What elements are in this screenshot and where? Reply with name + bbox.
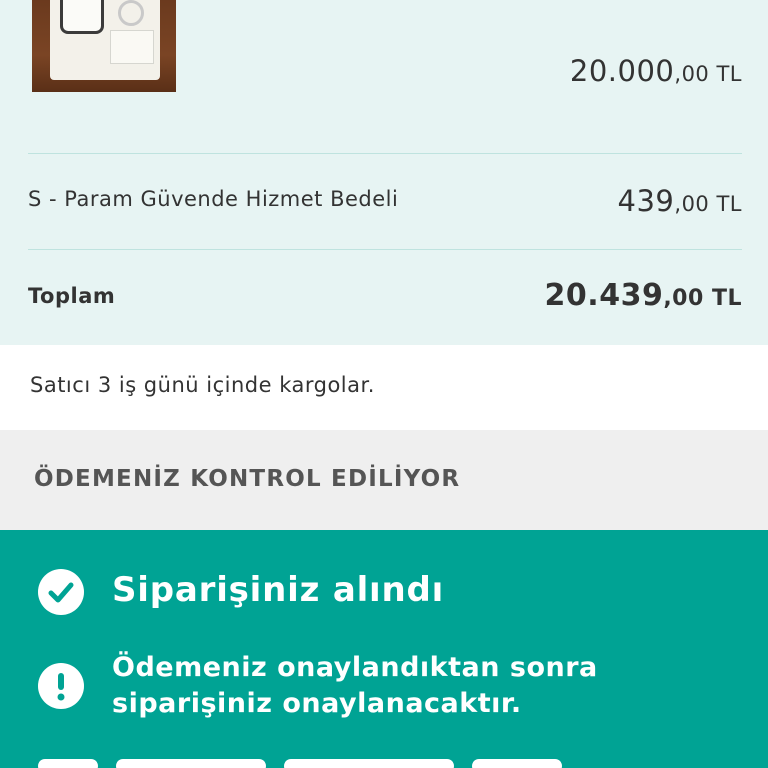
cut-off-text-fragment xyxy=(472,759,562,768)
service-fee-price-main: 439 xyxy=(617,184,675,218)
service-fee-price: 439,00 TL xyxy=(0,184,742,218)
total-price-main: 20.439 xyxy=(544,278,664,313)
product-price-main: 20.000 xyxy=(569,54,675,88)
cut-off-text-fragment xyxy=(116,759,266,768)
payment-status-text: ÖDEMENİZ KONTROL EDİLİYOR xyxy=(34,466,461,492)
product-price: 20.000,00 TL xyxy=(0,54,742,88)
shipping-text: Satıcı 3 iş günü içinde kargolar. xyxy=(30,373,375,397)
notice-body: Ödemeniz onaylandıktan sonra siparişiniz… xyxy=(112,650,732,722)
phone-illustration xyxy=(60,0,104,34)
notice-body-line-2: siparişiniz onaylanacaktır. xyxy=(112,688,522,719)
service-fee-price-decimal: ,00 TL xyxy=(674,192,742,216)
shipping-info: Satıcı 3 iş günü içinde kargolar. xyxy=(0,345,768,430)
total-price: 20.439,00 TL xyxy=(0,278,742,313)
check-circle-icon xyxy=(38,569,84,615)
product-price-decimal: ,00 TL xyxy=(674,62,742,86)
cut-off-text-fragment xyxy=(284,759,454,768)
order-summary: 20.000,00 TL S - Param Güvende Hizmet Be… xyxy=(0,0,768,345)
total-price-decimal: ,00 TL xyxy=(663,286,742,311)
order-received-notice: Siparişiniz alındı Ödemeniz onaylandıkta… xyxy=(0,530,768,768)
exclamation-circle-icon xyxy=(38,663,84,709)
cut-off-text xyxy=(38,758,598,768)
payment-status-bar: ÖDEMENİZ KONTROL EDİLİYOR xyxy=(0,430,768,530)
cut-off-text-fragment xyxy=(38,759,98,768)
charger-ring xyxy=(118,0,144,26)
divider xyxy=(28,153,742,154)
divider xyxy=(28,249,742,250)
notice-title: Siparişiniz alındı xyxy=(112,570,445,610)
notice-body-line-1: Ödemeniz onaylandıktan sonra xyxy=(112,652,598,683)
